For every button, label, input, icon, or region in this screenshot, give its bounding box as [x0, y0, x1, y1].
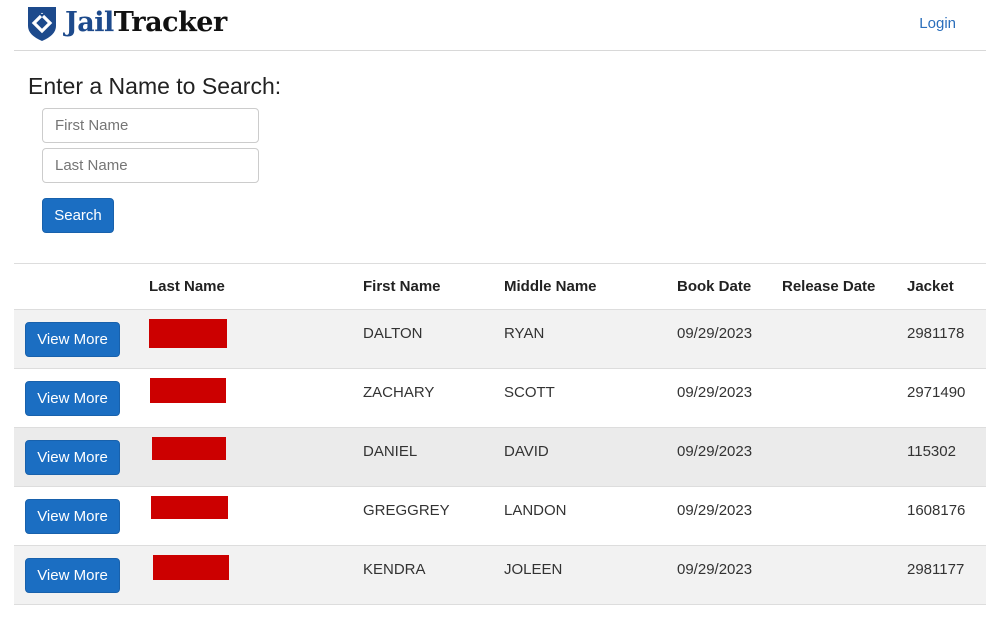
middle-name-cell: LANDON: [493, 486, 666, 546]
redacted-last-name: [151, 496, 228, 519]
view-more-button[interactable]: View More: [25, 322, 120, 357]
release-date-cell: [771, 368, 896, 428]
middle-name-cell: DAVID: [493, 427, 666, 487]
action-cell: View More: [14, 368, 138, 428]
redacted-last-name: [149, 319, 227, 348]
table-row: View More DANIEL DAVID 09/29/2023 115302: [14, 427, 986, 487]
redacted-last-name: [150, 378, 226, 403]
table-row: View More GREGGREY LANDON 09/29/2023 160…: [14, 486, 986, 546]
shield-icon: [27, 4, 57, 42]
first-name-cell: GREGGREY: [352, 486, 493, 546]
column-header-book-date[interactable]: Book Date: [666, 263, 771, 310]
view-more-button[interactable]: View More: [25, 499, 120, 534]
first-name-cell: DALTON: [352, 309, 493, 369]
action-cell: View More: [14, 427, 138, 487]
jacket-cell: 2981177: [896, 545, 986, 605]
brand-name-part1: Jail: [65, 7, 114, 38]
column-header-middle-name[interactable]: Middle Name: [493, 263, 666, 310]
middle-name-cell: SCOTT: [493, 368, 666, 428]
column-header-jacket[interactable]: Jacket: [896, 263, 986, 310]
results-table: Last Name First Name Middle Name Book Da…: [14, 263, 986, 605]
column-header-first-name[interactable]: First Name: [352, 263, 493, 310]
redacted-last-name: [153, 555, 229, 580]
release-date-cell: [771, 427, 896, 487]
book-date-cell: 09/29/2023: [666, 486, 771, 546]
column-header-last-name[interactable]: Last Name: [138, 263, 352, 310]
first-name-input[interactable]: [42, 108, 259, 143]
last-name-cell: [138, 427, 352, 487]
table-row: View More ZACHARY SCOTT 09/29/2023 29714…: [14, 368, 986, 428]
brand-name-part2: Tracker: [113, 7, 227, 38]
table-header-row: Last Name First Name Middle Name Book Da…: [14, 263, 986, 310]
last-name-cell: [138, 486, 352, 546]
table-row: View More DALTON RYAN 09/29/2023 2981178: [14, 309, 986, 369]
navbar: JailTracker Login: [14, 0, 986, 51]
action-cell: View More: [14, 545, 138, 605]
view-more-button[interactable]: View More: [25, 558, 120, 593]
view-more-button[interactable]: View More: [25, 381, 120, 416]
book-date-cell: 09/29/2023: [666, 427, 771, 487]
first-name-cell: ZACHARY: [352, 368, 493, 428]
view-more-button[interactable]: View More: [25, 440, 120, 475]
table-row: View More KENDRA JOLEEN 09/29/2023 29811…: [14, 545, 986, 605]
column-header-release-date[interactable]: Release Date: [771, 263, 896, 310]
book-date-cell: 09/29/2023: [666, 309, 771, 369]
action-cell: View More: [14, 309, 138, 369]
middle-name-cell: JOLEEN: [493, 545, 666, 605]
jacket-cell: 115302: [896, 427, 986, 487]
release-date-cell: [771, 486, 896, 546]
first-name-cell: KENDRA: [352, 545, 493, 605]
jacket-cell: 2971490: [896, 368, 986, 428]
search-button[interactable]: Search: [42, 198, 114, 233]
middle-name-cell: RYAN: [493, 309, 666, 369]
first-name-cell: DANIEL: [352, 427, 493, 487]
column-header-action: [14, 263, 138, 310]
action-cell: View More: [14, 486, 138, 546]
book-date-cell: 09/29/2023: [666, 545, 771, 605]
last-name-input[interactable]: [42, 148, 259, 183]
jacket-cell: 2981178: [896, 309, 986, 369]
last-name-cell: [138, 545, 352, 605]
last-name-cell: [138, 368, 352, 428]
login-link[interactable]: Login: [919, 15, 956, 32]
brand-name: JailTracker: [65, 4, 227, 42]
brand-logo[interactable]: JailTracker: [27, 4, 227, 42]
last-name-cell: [138, 309, 352, 369]
redacted-last-name: [152, 437, 226, 460]
book-date-cell: 09/29/2023: [666, 368, 771, 428]
release-date-cell: [771, 545, 896, 605]
release-date-cell: [771, 309, 896, 369]
search-heading: Enter a Name to Search:: [28, 73, 282, 99]
jacket-cell: 1608176: [896, 486, 986, 546]
